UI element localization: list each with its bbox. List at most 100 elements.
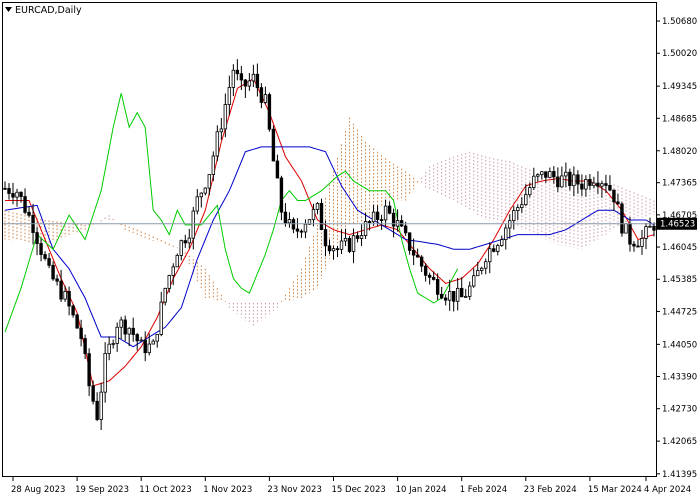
y-tick-label: 1.46045 (662, 243, 697, 253)
candle-body (15, 191, 19, 198)
x-tick-label: 10 Jan 2024 (396, 485, 447, 495)
candle-body (75, 314, 79, 329)
candle-body (271, 128, 276, 162)
x-tick-label: 23 Nov 2023 (267, 485, 321, 495)
candle-body (411, 249, 416, 256)
candle-body (335, 248, 340, 251)
current-price-label: 1.46523 (657, 217, 697, 230)
candle-body (435, 279, 440, 295)
candle-body (451, 291, 456, 302)
candle-body (247, 80, 252, 87)
candle-body (640, 238, 644, 247)
candle-body (628, 223, 632, 245)
candle-body (187, 237, 191, 244)
candle-body (239, 73, 244, 81)
candle-body (536, 174, 540, 177)
candle-body (283, 211, 288, 224)
price-chart[interactable]: 1.50680 1.50020 1.49345 1.48685 1.48020 1.473… (0, 0, 700, 500)
candle-body (71, 305, 75, 316)
candle-body (375, 211, 380, 220)
candle-body (548, 171, 552, 178)
candle-body (155, 334, 159, 342)
candle-body (11, 193, 15, 198)
candle-body (652, 225, 656, 231)
candle-body (43, 254, 47, 259)
candle-body (107, 343, 111, 354)
candle-body (211, 155, 216, 175)
candle-body (512, 210, 516, 222)
candle-body (191, 210, 195, 239)
y-tick-label: 1.41395 (662, 470, 697, 480)
candle-body (443, 297, 448, 301)
candle-body (63, 291, 67, 300)
candle-body (616, 201, 620, 205)
y-tick-label: 1.42065 (662, 437, 697, 447)
candle-body (23, 196, 27, 213)
candle-body (367, 221, 372, 223)
candle-body (488, 248, 492, 263)
candle-body (115, 326, 119, 344)
candle-body (27, 211, 31, 216)
candle-body (383, 205, 388, 221)
candle-body (419, 256, 424, 267)
candle-body (83, 338, 87, 355)
x-tick-label: 1 Feb 2024 (460, 485, 508, 495)
candle-body (492, 248, 496, 252)
candle-body (524, 194, 528, 206)
candle-body (371, 211, 376, 223)
candle-body (167, 275, 171, 289)
candle-body (291, 219, 296, 230)
candle-body (227, 87, 232, 106)
candle-body (315, 203, 320, 210)
candle-body (47, 258, 51, 266)
candle-body (564, 171, 568, 177)
candle-body (207, 174, 212, 189)
candle-body (439, 293, 444, 299)
chart-title[interactable]: EURCAD,Daily (5, 5, 82, 16)
candle-body (572, 174, 576, 187)
candle-body (259, 87, 264, 103)
candle-body (480, 267, 484, 271)
time-axis: 28 Aug 2023 19 Sep 2023 11 Oct 2023 1 Nov 2… (11, 476, 691, 495)
candle-body (359, 235, 364, 239)
candle-body (287, 219, 292, 224)
candle-body (231, 69, 236, 88)
y-tick-label: 1.49345 (662, 82, 697, 92)
candle-body (343, 237, 348, 242)
candle-body (255, 73, 260, 89)
candle-body (648, 225, 652, 228)
candle-body (423, 265, 428, 276)
candle-body (279, 177, 284, 213)
candle-body (39, 243, 43, 255)
candle-body (504, 227, 508, 241)
candle-body (175, 255, 179, 268)
candle-body (7, 188, 11, 194)
candle-body (347, 237, 352, 252)
candle-body (235, 69, 240, 75)
candle-body (55, 278, 59, 282)
y-tick-label: 1.44725 (662, 307, 697, 317)
candle-body (620, 203, 624, 234)
candle-body (319, 203, 324, 230)
x-tick-label: 28 Aug 2023 (11, 485, 65, 495)
y-tick-label: 1.50680 (662, 17, 697, 27)
candle-body (103, 353, 107, 393)
candle-body (460, 287, 464, 298)
candle-body (532, 175, 536, 188)
candle-body (496, 245, 500, 252)
candle-body (127, 327, 131, 335)
candle-body (431, 276, 436, 280)
y-tick-label: 1.42730 (662, 405, 697, 415)
candle-body (295, 228, 300, 232)
candle-body (387, 205, 392, 214)
candle-body (588, 179, 592, 186)
candle-body (604, 183, 608, 186)
candle-body (87, 353, 91, 387)
candle-body (484, 261, 488, 269)
candle-body (540, 171, 544, 176)
candle-body (19, 191, 23, 197)
candle-body (195, 196, 199, 212)
candle-body (472, 275, 476, 287)
x-tick-label: 11 Oct 2023 (139, 485, 192, 495)
candle-body (427, 274, 432, 278)
